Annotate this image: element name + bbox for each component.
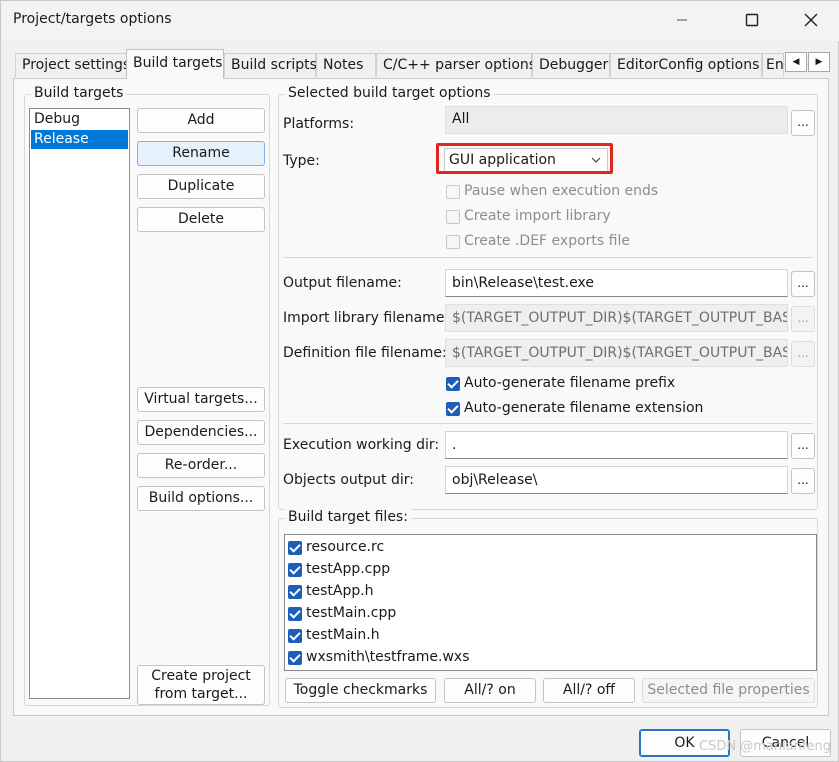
create-project-label-2: from target... [154, 686, 248, 702]
file-name: testApp.h [306, 583, 374, 599]
minimize-icon[interactable] [659, 1, 705, 39]
file-name: wxsmith\testframe.wxs [306, 649, 470, 665]
platforms-browse-button[interactable]: ... [791, 110, 815, 136]
file-checkbox[interactable] [288, 651, 302, 665]
objects-dir-field[interactable]: obj\Release\ [445, 466, 788, 494]
separator [283, 257, 813, 258]
highlight-annotation [436, 143, 613, 174]
auto-prefix-checkbox[interactable] [446, 377, 460, 391]
build-options-button[interactable]: Build options... [137, 486, 265, 511]
file-name: testMain.cpp [306, 605, 397, 621]
list-item-release[interactable]: Release [31, 130, 128, 149]
import-lib-filename-label: Import library filename: [283, 310, 450, 326]
create-project-button[interactable]: Create project from target... [137, 665, 265, 705]
selected-file-properties-button: Selected file properties [642, 678, 815, 703]
dependencies-button[interactable]: Dependencies... [137, 420, 265, 445]
def-file-checkbox[interactable] [446, 235, 460, 249]
auto-extension-label: Auto-generate filename extension [464, 400, 704, 416]
file-checkbox[interactable] [288, 541, 302, 555]
pause-label: Pause when execution ends [464, 183, 659, 199]
platforms-field: All [445, 106, 788, 134]
duplicate-button[interactable]: Duplicate [137, 174, 265, 199]
all-on-button[interactable]: All/? on [444, 678, 536, 703]
tab-debugger[interactable]: Debugger [532, 53, 610, 77]
auto-extension-checkbox[interactable] [446, 402, 460, 416]
list-item-debug[interactable]: Debug [31, 110, 128, 129]
delete-button[interactable]: Delete [137, 207, 265, 232]
working-dir-field[interactable]: . [445, 431, 788, 459]
output-browse-button[interactable]: ... [791, 271, 815, 297]
file-checkbox[interactable] [288, 585, 302, 599]
tab-project-settings[interactable]: Project settings [15, 53, 130, 77]
options-dialog: Project/targets options Project settings… [0, 0, 839, 762]
auto-prefix-label: Auto-generate filename prefix [464, 375, 676, 391]
output-filename-label: Output filename: [283, 275, 402, 291]
tab-scroll-left-icon[interactable]: ◀ [785, 52, 807, 72]
tab-environment[interactable]: En [762, 53, 784, 77]
file-checkbox[interactable] [288, 629, 302, 643]
tab-scroll-right-icon[interactable]: ▶ [808, 52, 830, 72]
objects-dir-label: Objects output dir: [283, 472, 414, 488]
tab-build-scripts[interactable]: Build scripts [224, 53, 317, 77]
import-browse-button: ... [791, 306, 815, 332]
add-button[interactable]: Add [137, 108, 265, 133]
virtual-targets-button[interactable]: Virtual targets... [137, 387, 265, 412]
import-lib-label: Create import library [464, 208, 611, 224]
title-bar: Project/targets options [1, 1, 839, 41]
pause-checkbox[interactable] [446, 185, 460, 199]
tab-build-targets[interactable]: Build targets [126, 49, 224, 79]
tab-cpp-parser[interactable]: C/C++ parser options [376, 53, 536, 77]
def-filename-field: $(TARGET_OUTPUT_DIR)$(TARGET_OUTPUT_BASE… [445, 339, 788, 367]
reorder-button[interactable]: Re-order... [137, 453, 265, 478]
build-targets-list[interactable]: Debug Release [29, 108, 130, 699]
file-name: testMain.h [306, 627, 380, 643]
file-name: testApp.cpp [306, 561, 391, 577]
rename-button[interactable]: Rename [137, 141, 265, 166]
def-file-label: Create .DEF exports file [464, 233, 630, 249]
watermark: CSDN @manlanfeng [699, 739, 831, 754]
platforms-label: Platforms: [283, 116, 355, 132]
def-filename-label: Definition file filename: [283, 345, 447, 361]
window-title: Project/targets options [13, 11, 172, 27]
file-checkbox[interactable] [288, 563, 302, 577]
file-checkbox[interactable] [288, 607, 302, 621]
tab-notes[interactable]: Notes [316, 53, 376, 77]
target-files-title: Build target files: [285, 509, 411, 525]
all-off-button[interactable]: All/? off [543, 678, 635, 703]
toggle-checkmarks-button[interactable]: Toggle checkmarks [285, 678, 436, 703]
build-targets-title: Build targets [31, 85, 127, 101]
import-lib-checkbox[interactable] [446, 210, 460, 224]
separator [283, 423, 813, 424]
tab-editorconfig[interactable]: EditorConfig options [610, 53, 762, 77]
target-options-title: Selected build target options [285, 85, 494, 101]
create-project-label-1: Create project [151, 668, 251, 684]
output-filename-field[interactable]: bin\Release\test.exe [445, 269, 788, 297]
close-icon[interactable] [788, 1, 834, 39]
maximize-icon[interactable] [729, 1, 775, 39]
def-browse-button: ... [791, 341, 815, 367]
tab-panel: Build targets Debug Release Add Rename D… [13, 78, 829, 716]
workdir-browse-button[interactable]: ... [791, 433, 815, 459]
objdir-browse-button[interactable]: ... [791, 468, 815, 494]
working-dir-label: Execution working dir: [283, 437, 440, 453]
file-name: resource.rc [306, 539, 385, 555]
import-lib-filename-field: $(TARGET_OUTPUT_DIR)$(TARGET_OUTPUT_BASE… [445, 304, 788, 332]
type-label: Type: [283, 153, 320, 169]
target-files-list[interactable]: resource.rc testApp.cpp testApp.h testMa… [284, 534, 817, 671]
